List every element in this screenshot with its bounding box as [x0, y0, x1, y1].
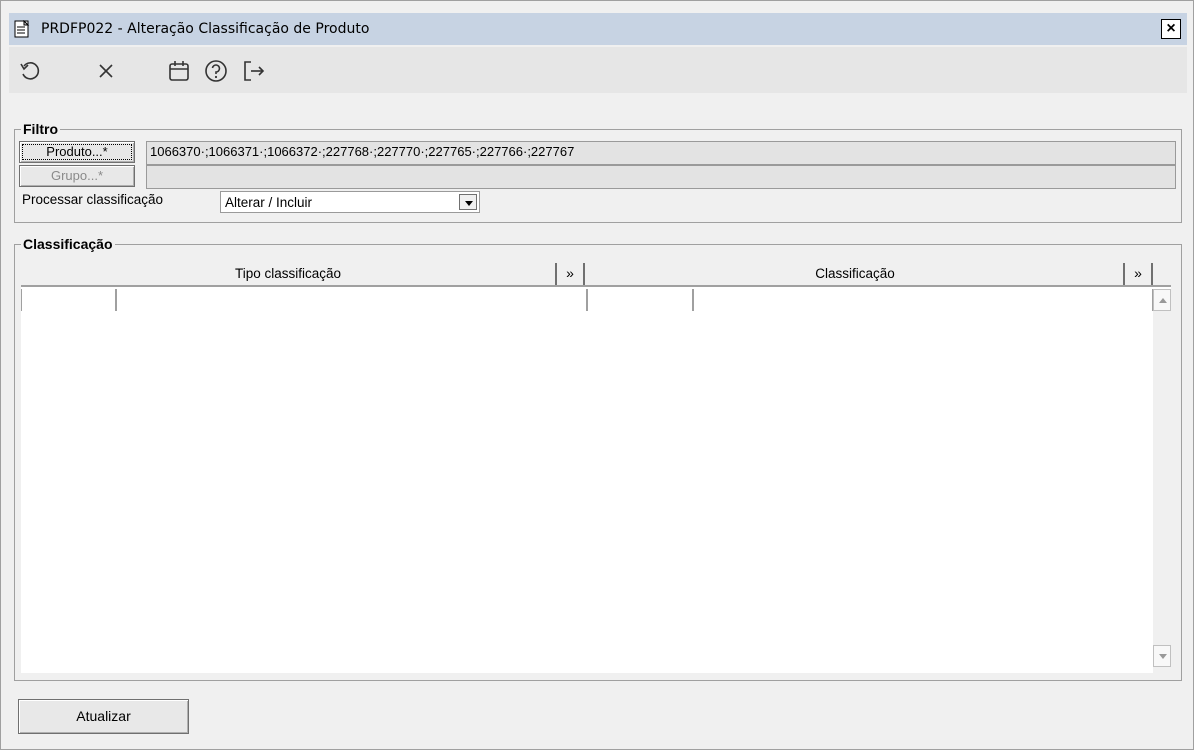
grupo-button[interactable]: Grupo...*	[19, 165, 135, 187]
cell-tipo-desc[interactable]	[116, 289, 587, 311]
produto-button[interactable]: Produto...*	[19, 141, 135, 163]
expand-tipo-button[interactable]: »	[555, 263, 585, 285]
calendar-icon	[169, 61, 189, 81]
filtro-legend: Filtro	[21, 121, 60, 137]
classificacao-legend: Classificação	[21, 236, 115, 252]
close-icon	[99, 64, 113, 78]
table-row[interactable]	[21, 289, 1153, 311]
cancel-button[interactable]	[93, 58, 119, 84]
help-button[interactable]	[203, 58, 229, 84]
chevron-down-icon	[465, 201, 473, 206]
undo-button[interactable]	[17, 58, 43, 84]
grid-header: Tipo classificação » Classificação »	[21, 263, 1171, 287]
expand-classificacao-button[interactable]: »	[1123, 263, 1153, 285]
grupo-field[interactable]	[146, 165, 1176, 189]
filtro-group: Filtro Produto...* 1066370·;1066371·;106…	[14, 121, 1182, 223]
column-header-classificacao[interactable]: Classificação	[587, 263, 1123, 285]
classificacao-grid: Tipo classificação » Classificação »	[21, 263, 1171, 673]
title-bar: PRDFP022 - Alteração Classificação de Pr…	[9, 13, 1187, 45]
cell-classificacao-code[interactable]	[587, 289, 693, 311]
processar-value: Alterar / Incluir	[225, 195, 313, 210]
close-button[interactable]: ×	[1161, 19, 1181, 39]
processar-select[interactable]: Alterar / Incluir	[220, 191, 480, 213]
scroll-up-button[interactable]	[1153, 289, 1171, 311]
scroll-down-button[interactable]	[1153, 645, 1171, 667]
main-window: PRDFP022 - Alteração Classificação de Pr…	[0, 0, 1194, 750]
exit-button[interactable]	[241, 58, 267, 84]
exit-icon	[244, 61, 265, 81]
help-icon	[205, 60, 227, 82]
classificacao-group: Classificação Tipo classificação » Class…	[14, 236, 1182, 681]
calendar-button[interactable]	[166, 58, 192, 84]
produto-field[interactable]: 1066370·;1066371·;1066372·;227768·;22777…	[146, 141, 1176, 165]
cell-classificacao-desc[interactable]	[693, 289, 1153, 311]
chevron-down-icon	[1159, 654, 1167, 659]
cell-tipo-code[interactable]	[21, 289, 116, 311]
dropdown-button[interactable]	[459, 194, 477, 210]
processar-label: Processar classificação	[22, 192, 164, 207]
atualizar-button[interactable]: Atualizar	[18, 699, 189, 734]
vertical-scrollbar[interactable]	[1153, 289, 1171, 673]
document-icon	[14, 19, 30, 38]
close-icon: ×	[1166, 20, 1176, 37]
toolbar	[9, 47, 1187, 93]
window-title: PRDFP022 - Alteração Classificação de Pr…	[41, 21, 370, 37]
chevron-up-icon	[1159, 298, 1167, 303]
undo-icon	[20, 62, 40, 80]
column-header-tipo[interactable]: Tipo classificação	[21, 263, 555, 285]
